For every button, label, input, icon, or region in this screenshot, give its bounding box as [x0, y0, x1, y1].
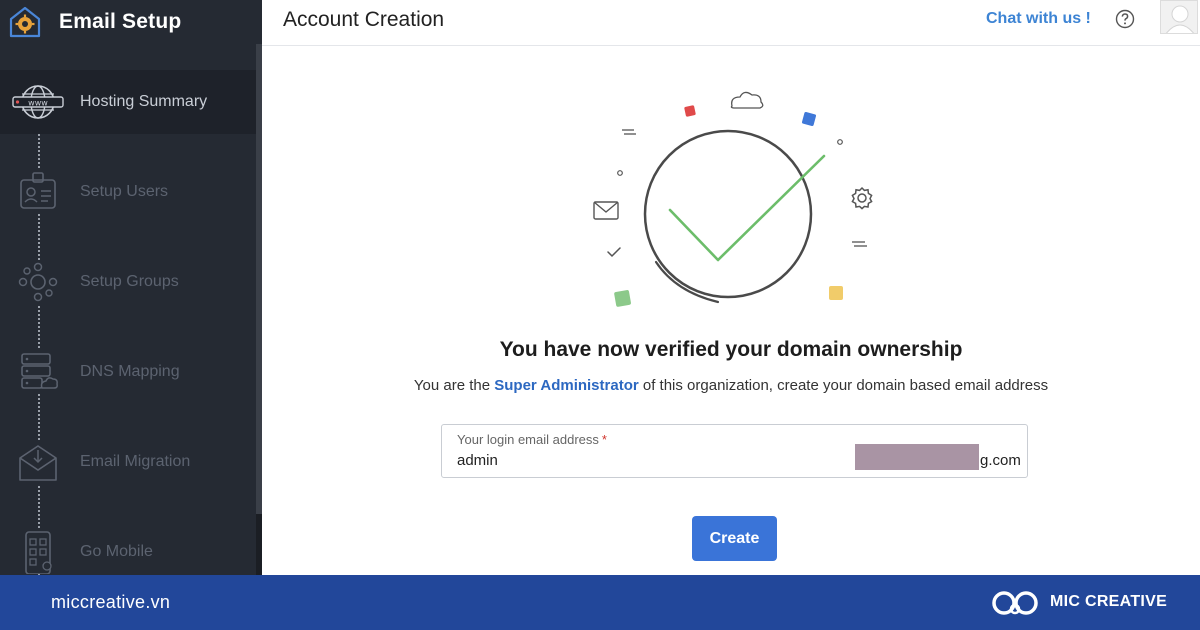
- footer-brand-name: MIC CREATIVE: [1050, 593, 1168, 610]
- server-cloud-icon: [12, 350, 64, 394]
- user-id-card-icon: [12, 170, 64, 214]
- chat-with-us-link[interactable]: Chat with us !: [986, 10, 1091, 28]
- sidebar-item-setup-users[interactable]: Setup Users: [0, 160, 256, 224]
- sidebar-item-setup-groups[interactable]: Setup Groups: [0, 250, 256, 314]
- sidebar-scrollbar-thumb[interactable]: [256, 44, 262, 514]
- sidebar-item-label: Hosting Summary: [80, 93, 208, 110]
- create-button[interactable]: Create: [692, 516, 777, 561]
- top-header: Account Creation Chat with us !: [262, 0, 1200, 46]
- sidebar-item-hosting-summary[interactable]: www Hosting Summary: [0, 70, 256, 134]
- sidebar-item-label: Go Mobile: [80, 543, 153, 560]
- sidebar-title: Email Setup: [59, 10, 182, 33]
- sidebar-item-label: DNS Mapping: [80, 363, 180, 380]
- sidebar-item-go-mobile[interactable]: Go Mobile: [0, 520, 256, 575]
- mobile-grid-icon: [12, 530, 64, 574]
- sidebar-header: Email Setup: [0, 0, 262, 44]
- email-setup-logo-icon: [8, 5, 42, 39]
- sidebar: Email Setup www Hosting Summary Setup Us…: [0, 0, 262, 575]
- globe-www-icon: www: [12, 80, 64, 124]
- envelope-download-icon: [12, 440, 64, 484]
- brand-footer-bar: miccreative.vn MIC CREATIVE: [0, 575, 1200, 630]
- footer-website[interactable]: miccreative.vn: [51, 592, 170, 613]
- email-domain-suffix: g.com: [980, 452, 1021, 469]
- help-icon[interactable]: [1115, 9, 1135, 29]
- redacted-domain-mask: [855, 444, 979, 470]
- sidebar-item-label: Setup Users: [80, 183, 169, 200]
- sidebar-item-label: Email Migration: [80, 453, 191, 470]
- email-username-input[interactable]: [457, 452, 837, 469]
- required-asterisk: *: [601, 432, 607, 447]
- sidebar-item-label: Setup Groups: [80, 273, 179, 290]
- group-network-icon: [12, 260, 64, 304]
- page-title: Account Creation: [283, 8, 445, 31]
- subline-suffix: of this organization, create your domain…: [638, 377, 1049, 394]
- avatar[interactable]: [1160, 0, 1198, 34]
- svg-text:www: www: [28, 99, 48, 108]
- verification-headline: You have now verified your domain owners…: [499, 338, 963, 361]
- verification-subline: You are the Super Administrator of this …: [262, 377, 1200, 394]
- super-administrator-link[interactable]: Super Administrator: [494, 377, 638, 394]
- mic-creative-logo-icon: [991, 587, 1041, 619]
- success-illustration: [580, 80, 900, 320]
- email-field-label: Your login email address *: [457, 432, 607, 447]
- sidebar-item-email-migration[interactable]: Email Migration: [0, 430, 256, 494]
- subline-prefix: You are the: [413, 377, 495, 394]
- login-email-field[interactable]: Your login email address* g.com: [441, 424, 1028, 478]
- sidebar-item-dns-mapping[interactable]: DNS Mapping: [0, 340, 256, 404]
